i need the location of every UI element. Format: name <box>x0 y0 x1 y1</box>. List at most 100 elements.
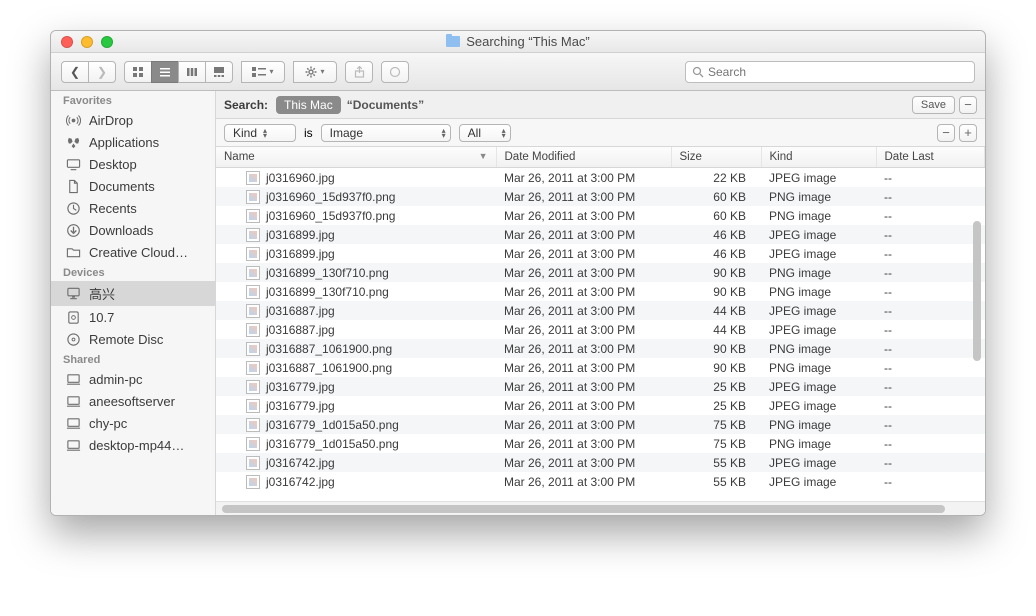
table-row[interactable]: j0316779_1d015a50.pngMar 26, 2011 at 3:0… <box>216 415 985 434</box>
disk-icon <box>65 309 81 325</box>
table-row[interactable]: j0316899_130f710.pngMar 26, 2011 at 3:00… <box>216 282 985 301</box>
table-row[interactable]: j0316887.jpgMar 26, 2011 at 3:00 PM44 KB… <box>216 320 985 339</box>
file-name: j0316887.jpg <box>266 304 335 318</box>
sidebar-item[interactable]: admin-pc <box>51 368 215 390</box>
cell-date: Mar 26, 2011 at 3:00 PM <box>496 244 671 263</box>
action-button[interactable]: ▾ <box>293 61 337 83</box>
scrollbar-thumb[interactable] <box>222 505 945 513</box>
table-row[interactable]: j0316887.jpg Mar 26, 2011 at 3:00 PM44 KB… <box>216 301 985 320</box>
tags-button[interactable] <box>381 61 409 83</box>
vertical-scrollbar[interactable] <box>970 155 984 501</box>
column-header-last[interactable]: Date Last <box>876 147 985 168</box>
file-icon <box>246 418 260 432</box>
cell-date: Mar 26, 2011 at 3:00 PM <box>496 301 671 320</box>
chevron-updown-icon: ▴▾ <box>442 128 446 138</box>
table-row[interactable]: j0316779.jpgMar 26, 2011 at 3:00 PM25 KB… <box>216 396 985 415</box>
remove-scope-button[interactable]: − <box>959 96 977 114</box>
icon-view-button[interactable] <box>124 61 152 83</box>
sidebar-item[interactable]: 10.7 <box>51 306 215 328</box>
criteria-attribute-popup[interactable]: Kind ▴▾ <box>224 124 296 142</box>
column-header-kind[interactable]: Kind <box>761 147 876 168</box>
table-row[interactable]: j0316899.jpgMar 26, 2011 at 3:00 PM46 KB… <box>216 244 985 263</box>
cell-size: 75 KB <box>671 434 761 453</box>
sidebar-item[interactable]: Downloads <box>51 219 215 241</box>
gallery-view-button[interactable] <box>205 61 233 83</box>
table-row[interactable]: j0316887_1061900.pngMar 26, 2011 at 3:00… <box>216 339 985 358</box>
sidebar-item[interactable]: Desktop <box>51 153 215 175</box>
sidebar-item[interactable]: aneesoftserver <box>51 390 215 412</box>
file-name: j0316899_130f710.png <box>266 266 389 280</box>
criteria-extra-popup[interactable]: All ▴▾ <box>459 124 511 142</box>
table-row[interactable]: j0316899_130f710.png Mar 26, 2011 at 3:00… <box>216 263 985 282</box>
cell-size: 90 KB <box>671 358 761 377</box>
cell-last: -- <box>876 396 985 415</box>
scope-this-mac[interactable]: This Mac <box>276 96 341 114</box>
cell-size: 60 KB <box>671 187 761 206</box>
sidebar-item[interactable]: desktop-mp44… <box>51 434 215 456</box>
table-row[interactable]: j0316899.jpgMar 26, 2011 at 3:00 PM46 KB… <box>216 225 985 244</box>
table-row[interactable]: j0316742.jpgMar 26, 2011 at 3:00 PM55 KB… <box>216 453 985 472</box>
cell-size: 44 KB <box>671 301 761 320</box>
sidebar-item[interactable]: 高兴 <box>51 281 215 306</box>
cell-last: -- <box>876 282 985 301</box>
scope-documents[interactable]: “Documents” <box>347 98 424 112</box>
search-field[interactable] <box>685 61 975 83</box>
scrollbar-thumb[interactable] <box>973 221 981 361</box>
cell-kind: PNG image <box>761 263 876 282</box>
table-row[interactable]: j0316779_1d015a50.pngMar 26, 2011 at 3:0… <box>216 434 985 453</box>
table-row[interactable]: j0316960_15d937f0.pngMar 26, 2011 at 3:0… <box>216 206 985 225</box>
action-menu: ▾ <box>293 61 337 83</box>
downloads-icon <box>65 222 81 238</box>
table-row[interactable]: j0316960_15d937f0.pngMar 26, 2011 at 3:0… <box>216 187 985 206</box>
sidebar-item[interactable]: Creative Cloud… <box>51 241 215 263</box>
back-button[interactable]: ❮ <box>61 61 89 83</box>
sidebar-item[interactable]: AirDrop <box>51 109 215 131</box>
share-icon <box>354 66 365 78</box>
column-header-name[interactable]: Name▼ <box>216 147 496 168</box>
sidebar-item[interactable]: chy-pc <box>51 412 215 434</box>
column-header-size[interactable]: Size <box>671 147 761 168</box>
table-row[interactable]: j0316779.jpgMar 26, 2011 at 3:00 PM25 KB… <box>216 377 985 396</box>
table-row[interactable]: j0316960.jpgMar 26, 2011 at 3:00 PM22 KB… <box>216 168 985 188</box>
save-search-button[interactable]: Save <box>912 96 955 114</box>
cell-date: Mar 26, 2011 at 3:00 PM <box>496 320 671 339</box>
file-icon <box>246 190 260 204</box>
cell-date: Mar 26, 2011 at 3:00 PM <box>496 263 671 282</box>
cell-last: -- <box>876 358 985 377</box>
sidebar-item[interactable]: Remote Disc <box>51 328 215 350</box>
applications-icon <box>65 134 81 150</box>
cell-size: 46 KB <box>671 244 761 263</box>
cell-date: Mar 26, 2011 at 3:00 PM <box>496 415 671 434</box>
sidebar-item[interactable]: Recents <box>51 197 215 219</box>
add-criteria-button[interactable]: + <box>959 124 977 142</box>
file-icon <box>246 456 260 470</box>
sidebar-item-label: AirDrop <box>89 113 133 128</box>
results-table[interactable]: Name▼ Date Modified Size Kind Date Last … <box>216 147 985 501</box>
sidebar-item[interactable]: Documents <box>51 175 215 197</box>
folder-icon <box>65 244 81 260</box>
criteria-value-label: Image <box>330 126 363 140</box>
file-icon <box>246 380 260 394</box>
column-view-button[interactable] <box>178 61 206 83</box>
group-by-button[interactable]: ▾ <box>241 61 285 83</box>
window-title: Searching “This Mac” <box>51 34 985 49</box>
forward-button[interactable]: ❯ <box>88 61 116 83</box>
cell-kind: JPEG image <box>761 320 876 339</box>
titlebar[interactable]: Searching “This Mac” <box>51 31 985 53</box>
sidebar[interactable]: FavoritesAirDropApplicationsDesktopDocum… <box>51 91 216 515</box>
table-row[interactable]: j0316887_1061900.pngMar 26, 2011 at 3:00… <box>216 358 985 377</box>
sidebar-item[interactable]: Applications <box>51 131 215 153</box>
remove-criteria-button[interactable]: − <box>937 124 955 142</box>
search-input[interactable] <box>708 65 968 79</box>
criteria-value-popup[interactable]: Image ▴▾ <box>321 124 451 142</box>
column-header-date[interactable]: Date Modified <box>496 147 671 168</box>
cell-size: 22 KB <box>671 168 761 188</box>
cell-kind: JPEG image <box>761 244 876 263</box>
cell-last: -- <box>876 453 985 472</box>
share-button[interactable] <box>345 61 373 83</box>
horizontal-scrollbar[interactable] <box>216 501 985 515</box>
file-icon <box>246 361 260 375</box>
table-row[interactable]: j0316742.jpgMar 26, 2011 at 3:00 PM55 KB… <box>216 472 985 491</box>
list-view-button[interactable] <box>151 61 179 83</box>
cell-kind: JPEG image <box>761 472 876 491</box>
